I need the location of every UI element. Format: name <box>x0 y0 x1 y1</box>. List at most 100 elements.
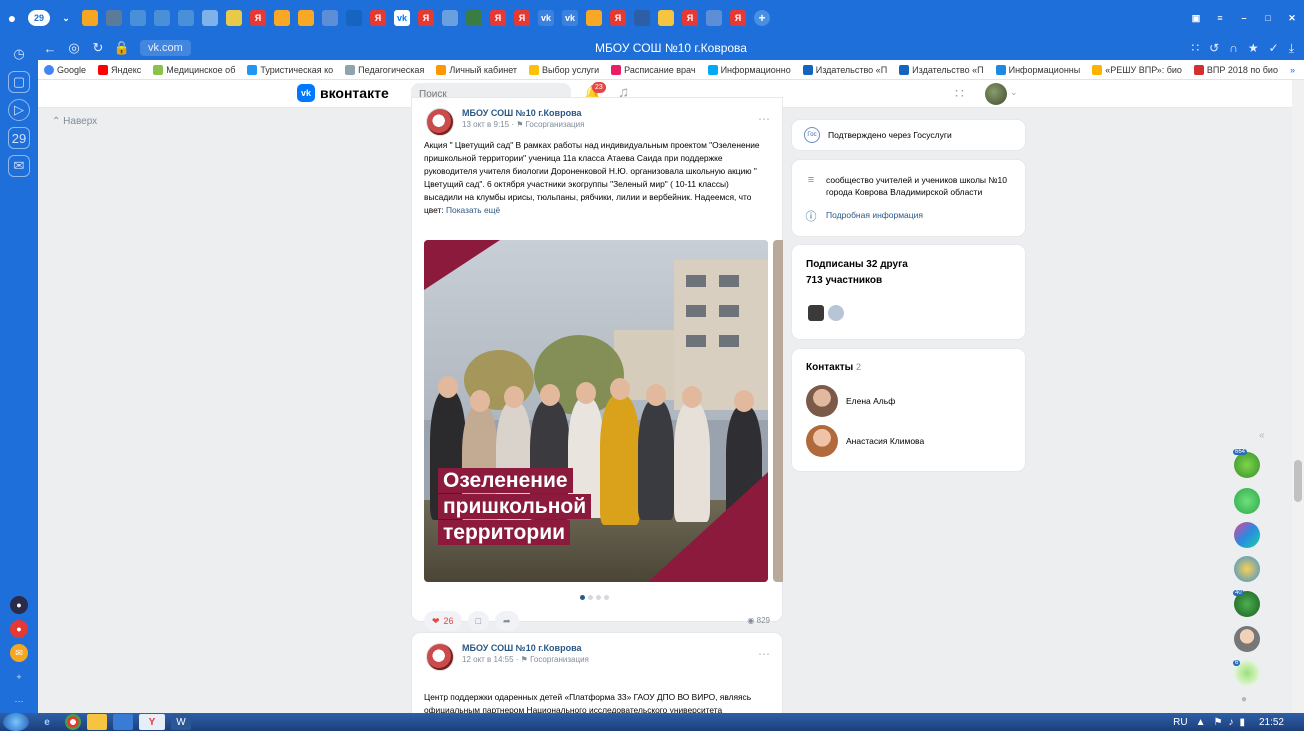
tab-site-icon[interactable] <box>178 10 194 26</box>
taskbar-chrome-icon[interactable] <box>65 714 81 730</box>
carousel-dot[interactable] <box>580 595 585 600</box>
calendar-icon[interactable]: 29 <box>8 127 30 149</box>
collections-icon[interactable]: ▢ <box>8 71 30 93</box>
bookmark-item[interactable]: Google <box>44 64 86 75</box>
tab-yandex-icon[interactable]: Я <box>418 10 434 26</box>
bookmark-item[interactable]: Информационно <box>707 64 791 75</box>
tab-yandex-icon[interactable]: Я <box>682 10 698 26</box>
tab-yandex-icon[interactable]: Я <box>514 10 530 26</box>
tab-site-icon[interactable] <box>658 10 674 26</box>
tabs-menu-icon[interactable]: ⌄ <box>58 10 74 26</box>
mail-icon[interactable]: ✉ <box>10 644 28 662</box>
media-icon[interactable]: ▷ <box>8 99 30 121</box>
reload-icon[interactable]: ↻ <box>86 36 110 60</box>
protect-icon[interactable]: ✓ <box>1269 41 1279 56</box>
history-icon[interactable]: ◷ <box>8 43 30 65</box>
tab-vk-icon[interactable]: vk <box>538 10 554 26</box>
language-indicator[interactable]: RU <box>1173 717 1187 728</box>
alice-icon[interactable]: ● <box>10 596 28 614</box>
community-avatar[interactable] <box>426 643 454 671</box>
window-copy-icon[interactable]: ▣ <box>1188 10 1204 26</box>
bookmark-item[interactable]: Расписание врач <box>611 64 696 75</box>
back-icon[interactable]: ← <box>38 36 62 60</box>
gosuslugi-row[interactable]: Гос Подтверждено через Госуслуги <box>804 127 952 143</box>
friend-avatar[interactable] <box>808 305 824 321</box>
bookmark-item[interactable]: Туристическая ко <box>247 64 333 75</box>
maps-icon[interactable]: ● <box>10 620 28 638</box>
contact-item[interactable]: Анастасия Климова <box>806 425 924 457</box>
post-date[interactable]: 12 окт в 14:55 <box>462 655 514 664</box>
back-to-top[interactable]: ⌃ Наверх <box>52 116 97 127</box>
tab-site-icon[interactable] <box>130 10 146 26</box>
new-tab-icon[interactable]: + <box>754 10 770 26</box>
taskbar-explorer-icon[interactable] <box>87 714 107 730</box>
friend-avatar[interactable] <box>828 305 844 321</box>
extensions-icon[interactable]: ∷ <box>1192 41 1200 56</box>
lock-icon[interactable]: 🔒 <box>110 36 134 60</box>
tab-yandex-icon[interactable]: Я <box>250 10 266 26</box>
tab-mail-icon[interactable] <box>82 10 98 26</box>
tab-site-icon[interactable] <box>346 10 362 26</box>
taskbar-media-icon[interactable] <box>113 714 133 730</box>
messenger-icon[interactable]: ✉ <box>8 155 30 177</box>
tab-yandex-icon[interactable]: Я <box>730 10 746 26</box>
chevron-down-icon[interactable]: ⌄ <box>1010 87 1018 98</box>
more-options-icon[interactable]: ⋯ <box>758 647 770 661</box>
avatar[interactable] <box>985 83 1007 105</box>
like-button[interactable]: ❤ 26 <box>424 611 462 631</box>
tab-doc-icon[interactable] <box>706 10 722 26</box>
show-more-link[interactable]: Показать ещё <box>446 205 500 215</box>
tab-video-icon[interactable] <box>634 10 650 26</box>
restore-icon[interactable]: □ <box>1260 10 1276 26</box>
tab-yandex-icon[interactable]: Я <box>370 10 386 26</box>
more-options-icon[interactable]: ⋯ <box>758 112 770 126</box>
game-icon[interactable] <box>1234 522 1260 548</box>
chat-icon[interactable]: ● <box>1241 694 1247 705</box>
collapse-panel-icon[interactable]: « <box>1259 430 1265 441</box>
tab-site-icon[interactable] <box>154 10 170 26</box>
contact-item[interactable]: Елена Альф <box>806 385 895 417</box>
scrollbar-thumb[interactable] <box>1294 460 1302 502</box>
next-photo-preview[interactable] <box>773 240 783 582</box>
bookmark-item[interactable]: Выбор услуги <box>529 64 599 75</box>
tab-yandex-icon[interactable]: Я <box>490 10 506 26</box>
bookmark-item[interactable]: Информационны <box>995 64 1080 75</box>
bookmark-item[interactable]: Медицинское об <box>153 64 235 75</box>
tab-mail-icon[interactable] <box>442 10 458 26</box>
add-panel-icon[interactable]: + <box>10 668 28 686</box>
carousel-dot[interactable] <box>604 595 609 600</box>
tab-site-icon[interactable] <box>274 10 290 26</box>
game-icon[interactable] <box>1234 488 1260 514</box>
more-info-link[interactable]: Подробная информация <box>826 210 923 220</box>
downloads-icon[interactable]: ⤓ <box>1289 41 1294 56</box>
bookmark-item[interactable]: «РЕШУ ВПР»: био <box>1092 64 1182 75</box>
taskbar-yandex-icon[interactable]: Y <box>139 714 165 730</box>
tab-doc-icon[interactable] <box>322 10 338 26</box>
start-icon[interactable] <box>3 713 29 731</box>
tab-video-icon[interactable] <box>586 10 602 26</box>
bookmark-item[interactable]: Педагогическая <box>345 64 424 75</box>
bookmark-item[interactable]: Издательство «П <box>802 64 887 75</box>
menu-icon[interactable]: ≡ <box>1212 10 1228 26</box>
profile-icon[interactable]: ● <box>4 10 20 26</box>
carousel-dot[interactable] <box>588 595 593 600</box>
apps-grid-icon[interactable]: ∷ <box>955 85 964 102</box>
tab-vk-icon[interactable]: vk <box>394 10 410 26</box>
tray-flag-icon[interactable]: ⚑ <box>1213 717 1222 728</box>
share-button[interactable]: ➦ <box>495 611 519 631</box>
vk-logo[interactable]: vk вконтакте <box>297 84 389 102</box>
post-author[interactable]: МБОУ СОШ №10 г.Коврова <box>462 643 589 653</box>
taskbar-ie-icon[interactable]: e <box>35 714 59 730</box>
comment-button[interactable]: □ <box>467 611 489 631</box>
bookmark-item[interactable]: Личный кабинет <box>436 64 517 75</box>
more-icon[interactable]: ⋯ <box>10 692 28 710</box>
tab-site-icon[interactable] <box>298 10 314 26</box>
more-info-row[interactable]: ⓘ Подробная информация <box>804 208 924 223</box>
tab-site-icon[interactable] <box>202 10 218 26</box>
bookmark-item[interactable]: Издательство «П <box>899 64 984 75</box>
bookmark-item[interactable]: Яндекс <box>98 64 141 75</box>
members-info[interactable]: Подписаны 32 друга 713 участников <box>806 257 908 289</box>
tab-vk-icon[interactable]: vk <box>562 10 578 26</box>
tab-yandex-icon[interactable]: Я <box>610 10 626 26</box>
post-photo[interactable]: Озеленение пришкольной территории <box>424 240 768 582</box>
